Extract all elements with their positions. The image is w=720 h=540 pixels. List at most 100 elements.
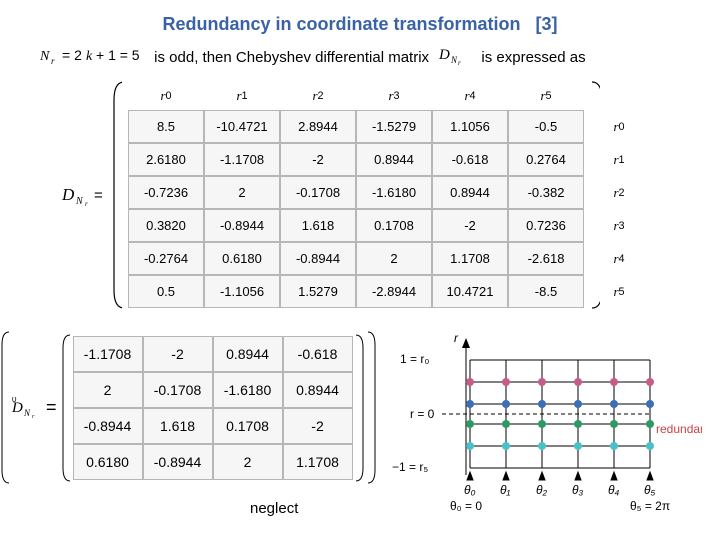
matrix-cell: 0.3820 — [128, 209, 204, 242]
theta-labels: θ₀ θ₁ θ₂ θ₃ θ₄ θ₅ — [464, 483, 656, 497]
matrix-cell: 0.8944 — [213, 336, 283, 372]
row-header: r0 — [606, 110, 632, 143]
svg-text:+ 1 = 5: + 1 = 5 — [96, 47, 140, 63]
title-ref: [3] — [536, 14, 558, 34]
matrix-cell: -0.1708 — [143, 372, 213, 408]
equals-sign: = — [46, 397, 57, 418]
text-is-expressed: is expressed as — [481, 49, 585, 66]
bracket-left-icon — [112, 80, 122, 310]
matrix-cell: 2 — [213, 444, 283, 480]
svg-text:r: r — [51, 56, 55, 65]
matrix-cell: -0.8944 — [204, 209, 280, 242]
matrix-cell: -0.618 — [283, 336, 353, 372]
matrix-cell: 0.2764 — [508, 143, 584, 176]
bracket-left-inner-icon — [61, 333, 71, 483]
svg-text:0: 0 — [12, 397, 17, 404]
matrix-cell: -1.1708 — [204, 143, 280, 176]
theta-right-note: θ₅ = 2π — [630, 499, 670, 513]
svg-text:θ₂: θ₂ — [536, 483, 548, 497]
matrix-cell: 2 — [73, 372, 143, 408]
svg-text:r: r — [85, 200, 88, 206]
matrix-cell: -0.382 — [508, 176, 584, 209]
matrix-cell: 0.5 — [128, 275, 204, 308]
matrix-cell: 1.618 — [280, 209, 356, 242]
svg-text:r: r — [32, 414, 35, 419]
theta-left-note: θ₀ = 0 — [450, 499, 482, 513]
matrix-cell: -0.7236 — [128, 176, 204, 209]
matrix-cell: 0.1708 — [213, 408, 283, 444]
title-main: Redundancy in coordinate transformation — [162, 14, 520, 34]
matrix-cell: 10.4721 — [432, 275, 508, 308]
svg-text:r: r — [458, 59, 461, 65]
matrix-cell: -2 — [280, 143, 356, 176]
svg-text:D: D — [61, 185, 75, 204]
col-header: r0 — [128, 82, 204, 110]
matrix-cell: -1.6180 — [213, 372, 283, 408]
matrix-cell: 8.5 — [128, 110, 204, 143]
grid-diagram: r 1 = r₀ r = 0 −1 = r₅ — [392, 330, 702, 515]
matrix-cell: -2 — [432, 209, 508, 242]
text-is-odd: is odd, then Chebyshev differential matr… — [154, 49, 429, 66]
big-matrix-block: D N r = r0r1r2r3r4r58.5-10.47212.8944-1.… — [60, 80, 680, 310]
r-top-label: 1 = r₀ — [400, 352, 429, 366]
bracket-left-outer-icon — [0, 330, 10, 485]
redundant-label: redundant — [656, 422, 702, 436]
svg-text:θ₃: θ₃ — [572, 483, 584, 497]
col-header: r1 — [204, 82, 280, 110]
matrix-cell: -0.8944 — [280, 242, 356, 275]
matrix-cell: -1.6180 — [356, 176, 432, 209]
matrix-cell: 1.1056 — [432, 110, 508, 143]
small-matrix: -1.1708-20.8944-0.6182-0.1708-1.61800.89… — [73, 336, 353, 480]
svg-text:=: = — [94, 187, 103, 204]
matrix-cell: -1.1056 — [204, 275, 280, 308]
r-bot-label: −1 = r₅ — [392, 460, 428, 474]
small-matrix-block: D 0 N r = -1.1708-20.8944-0.6182-0.1708-… — [0, 330, 377, 485]
svg-text:N: N — [75, 196, 84, 206]
row-header: r4 — [606, 242, 632, 275]
svg-text:N: N — [450, 55, 458, 65]
matrix-cell: 1.1708 — [283, 444, 353, 480]
matrix-cell: -8.5 — [508, 275, 584, 308]
matrix-cell: -0.5 — [508, 110, 584, 143]
bracket-right-inner-icon — [355, 333, 365, 483]
matrix-cell: -2 — [143, 336, 213, 372]
row-header: r2 — [606, 176, 632, 209]
neglect-label: neglect — [250, 500, 298, 517]
sym-dnr0: D 0 N r — [12, 397, 42, 419]
matrix-cell: 1.1708 — [432, 242, 508, 275]
row-header: r3 — [606, 209, 632, 242]
matrix-cell: -1.1708 — [73, 336, 143, 372]
svg-text:N: N — [40, 49, 50, 64]
matrix-cell: -1.5279 — [356, 110, 432, 143]
row-header: r1 — [606, 143, 632, 176]
svg-text:k: k — [86, 49, 93, 64]
matrix-cell: -10.4721 — [204, 110, 280, 143]
matrix-cell: 2.8944 — [280, 110, 356, 143]
svg-text:θ₀: θ₀ — [464, 483, 476, 497]
svg-text:θ₅: θ₅ — [644, 483, 656, 497]
svg-text:θ₁: θ₁ — [500, 483, 511, 497]
big-matrix: r0r1r2r3r4r58.5-10.47212.8944-1.52791.10… — [128, 82, 584, 308]
intro-line: N r = 2 k + 1 = 5 is odd, then Chebyshev… — [40, 45, 700, 66]
big-matrix-row-labels: r0r1r2r3r4r5 — [606, 82, 632, 308]
matrix-cell: 0.6180 — [204, 242, 280, 275]
matrix-cell: 0.8944 — [432, 176, 508, 209]
col-header: r5 — [508, 82, 584, 110]
matrix-cell: 2 — [204, 176, 280, 209]
matrix-cell: -2.618 — [508, 242, 584, 275]
svg-text:D: D — [438, 47, 450, 63]
col-header: r3 — [356, 82, 432, 110]
bracket-right-outer-icon — [367, 330, 377, 485]
matrix-cell: 1.618 — [143, 408, 213, 444]
matrix-cell: -0.618 — [432, 143, 508, 176]
matrix-cell: 0.6180 — [73, 444, 143, 480]
matrix-cell: -0.8944 — [73, 408, 143, 444]
matrix-cell: 2 — [356, 242, 432, 275]
matrix-cell: -2.8944 — [356, 275, 432, 308]
matrix-cell: -2 — [283, 408, 353, 444]
matrix-cell: 2.6180 — [128, 143, 204, 176]
page-title: Redundancy in coordinate transformation … — [80, 14, 640, 35]
sym-dnr-inline: D N r — [437, 45, 473, 65]
matrix-cell: 0.7236 — [508, 209, 584, 242]
matrix-cell: 0.8944 — [283, 372, 353, 408]
